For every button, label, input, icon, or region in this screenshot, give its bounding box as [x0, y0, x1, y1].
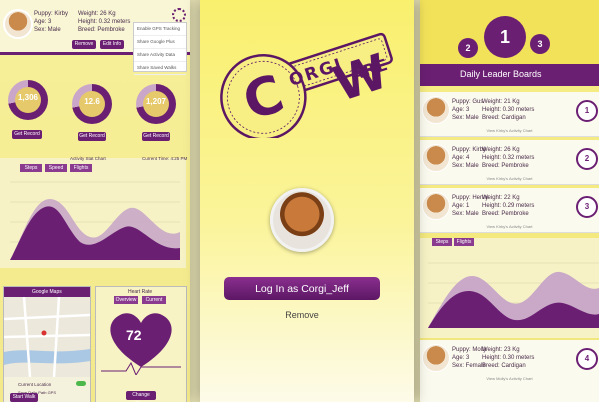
- rank-badge: 3: [576, 196, 598, 218]
- avatar: [422, 144, 450, 172]
- avatar: [422, 96, 450, 124]
- leaderboard-header: 2 1 3 Daily Leader Boards: [420, 0, 599, 86]
- location-pin-icon: [41, 330, 47, 336]
- tab-overview[interactable]: Overview: [114, 296, 138, 304]
- puppy-weight: Weight: 26 Kg: [78, 11, 116, 17]
- puppy-age: Age: 3: [34, 19, 52, 25]
- puppy-sex: Sex: Male: [452, 163, 479, 169]
- puppy-sex: Sex: Male: [452, 115, 479, 121]
- puppy-name: Puppy: Gus: [452, 99, 484, 105]
- puppy-height: Height: 0.29 meters: [482, 203, 535, 209]
- activity-chart-link[interactable]: View Kirby's Activity Chart: [420, 128, 599, 133]
- activity-chart-link[interactable]: View Kirby's Activity Chart: [420, 224, 599, 229]
- leader-card[interactable]: Puppy: Gus Age: 3 Sex: Male Weight: 21 K…: [420, 92, 599, 137]
- tab-flights[interactable]: Flights: [454, 238, 474, 246]
- leader-area-chart: [428, 262, 599, 328]
- activity-area-chart: [10, 181, 180, 260]
- get-record-button[interactable]: Get Record: [78, 132, 106, 141]
- puppy-age: Age: 3: [452, 355, 470, 361]
- get-record-button[interactable]: Get Record: [12, 130, 42, 139]
- avatar: [270, 188, 334, 252]
- settings-menu: Enable GPS Tracking Share Google Plus Sh…: [133, 22, 187, 75]
- puppy-height: Height: 0.32 meters: [482, 155, 535, 161]
- menu-item-google-plus[interactable]: Share Google Plus: [134, 36, 186, 49]
- stat-ring-steps: 1,306: [8, 80, 48, 120]
- puppy-height: Height: 0.32 meters: [78, 19, 131, 25]
- puppy-weight: Weight: 21 Kg: [482, 99, 520, 105]
- activity-chart-card: Activity Stat Chart Current Time: 4:25 P…: [0, 156, 188, 268]
- remove-link[interactable]: Remove: [224, 310, 380, 320]
- puppy-breed: Breed: Cardigan: [482, 363, 526, 369]
- rank-badge: 4: [576, 348, 598, 370]
- page-title: Daily Leader Boards: [460, 69, 542, 79]
- puppy-height: Height: 0.30 meters: [482, 107, 535, 113]
- get-record-button[interactable]: Get Record: [142, 132, 170, 141]
- puppy-name: Puppy: Kirby: [452, 147, 487, 153]
- menu-item-activity[interactable]: Share Activity Data: [134, 49, 186, 62]
- leader-card[interactable]: Puppy: Henry Age: 1 Sex: Male Weight: 22…: [420, 188, 599, 233]
- puppy-age: Age: 1: [452, 203, 470, 209]
- current-location-label: Current Location: [18, 382, 52, 387]
- edit-info-button[interactable]: Edit Info: [100, 40, 124, 49]
- leader-card[interactable]: Puppy: Kirby Age: 4 Sex: Male Weight: 26…: [420, 140, 599, 185]
- map-title: Google Maps: [32, 289, 62, 295]
- leader-card[interactable]: Puppy: Molly Age: 3 Sex: Female Weight: …: [420, 340, 599, 402]
- corgi-ware-logo: C ORGI W ARE: [220, 32, 395, 138]
- heart-rate-value: 72: [126, 327, 142, 343]
- leaderboard-panel: 2 1 3 Daily Leader Boards Puppy: Gus Age…: [420, 0, 599, 402]
- leader-activity-chart: Steps Flights: [420, 238, 599, 338]
- rank-badge: 2: [576, 148, 598, 170]
- puppy-age: Age: 4: [452, 155, 470, 161]
- puppy-sex: Sex: Male: [452, 211, 479, 217]
- tab-steps[interactable]: Steps: [432, 238, 452, 246]
- activity-chart-link[interactable]: View Molly's Activity Chart: [420, 376, 599, 381]
- tab-speed[interactable]: Speed: [45, 164, 67, 172]
- medal-third-icon: 3: [530, 34, 550, 54]
- heart-rate-card: Heart Rate Overview Current 72 Change Ch…: [95, 286, 187, 402]
- puppy-sex: Sex: Male: [34, 27, 61, 33]
- gear-icon[interactable]: [172, 8, 186, 22]
- change-chart-button[interactable]: Change Chart: [126, 391, 156, 402]
- avatar: [3, 9, 33, 39]
- puppy-sex: Sex: Female: [452, 363, 486, 369]
- map-view[interactable]: [4, 297, 90, 377]
- puppy-breed: Breed: Pembroke: [482, 211, 529, 217]
- puppy-breed: Breed: Pembroke: [78, 27, 125, 33]
- stat-value: 12.6: [84, 97, 100, 106]
- map-card: Google Maps Current Location Save Daily …: [3, 286, 91, 402]
- avatar: [422, 192, 450, 220]
- menu-item-walks[interactable]: Share Saved Walks: [134, 62, 186, 75]
- puppy-weight: Weight: 22 Kg: [482, 195, 520, 201]
- login-button[interactable]: Log In as Corgi_Jeff: [224, 277, 380, 300]
- chart-title: Activity Stat Chart: [70, 156, 106, 161]
- puppy-age: Age: 3: [452, 107, 470, 113]
- profile-dashboard-panel: Puppy: Kirby Age: 3 Sex: Male Weight: 26…: [0, 0, 190, 402]
- location-toggle[interactable]: [76, 381, 86, 386]
- stat-value: 1,207: [145, 97, 167, 106]
- heart-title: Heart Rate: [128, 289, 153, 295]
- start-walk-button[interactable]: Start Walk: [10, 393, 38, 402]
- puppy-breed: Breed: Cardigan: [482, 115, 526, 121]
- avatar: [422, 344, 450, 372]
- tab-flights[interactable]: Flights: [70, 164, 92, 172]
- stat-ring-distance: 12.6: [72, 84, 112, 124]
- stat-value: 1,306: [17, 93, 39, 102]
- puppy-name: Puppy: Kirby: [34, 11, 69, 17]
- remove-button[interactable]: Remove: [72, 40, 96, 49]
- puppy-weight: Weight: 23 Kg: [482, 347, 520, 353]
- rank-badge: 1: [576, 100, 598, 122]
- login-screen: C ORGI W ARE Log In as Corgi_Jeff Remove: [200, 0, 414, 402]
- puppy-breed: Breed: Pembroke: [482, 163, 529, 169]
- tab-current[interactable]: Current: [142, 296, 166, 304]
- stat-ring-calories: 1,207: [136, 84, 176, 124]
- trophy-first-icon: 1: [484, 16, 526, 58]
- puppy-weight: Weight: 26 Kg: [482, 147, 520, 153]
- tab-steps[interactable]: Steps: [20, 164, 42, 172]
- medal-second-icon: 2: [458, 38, 478, 58]
- puppy-height: Height: 0.30 meters: [482, 355, 535, 361]
- menu-item-gps[interactable]: Enable GPS Tracking: [134, 23, 186, 36]
- current-time: Current Time: 4:25 PM: [142, 156, 188, 161]
- activity-chart-link[interactable]: View Kirby's Activity Chart: [420, 176, 599, 181]
